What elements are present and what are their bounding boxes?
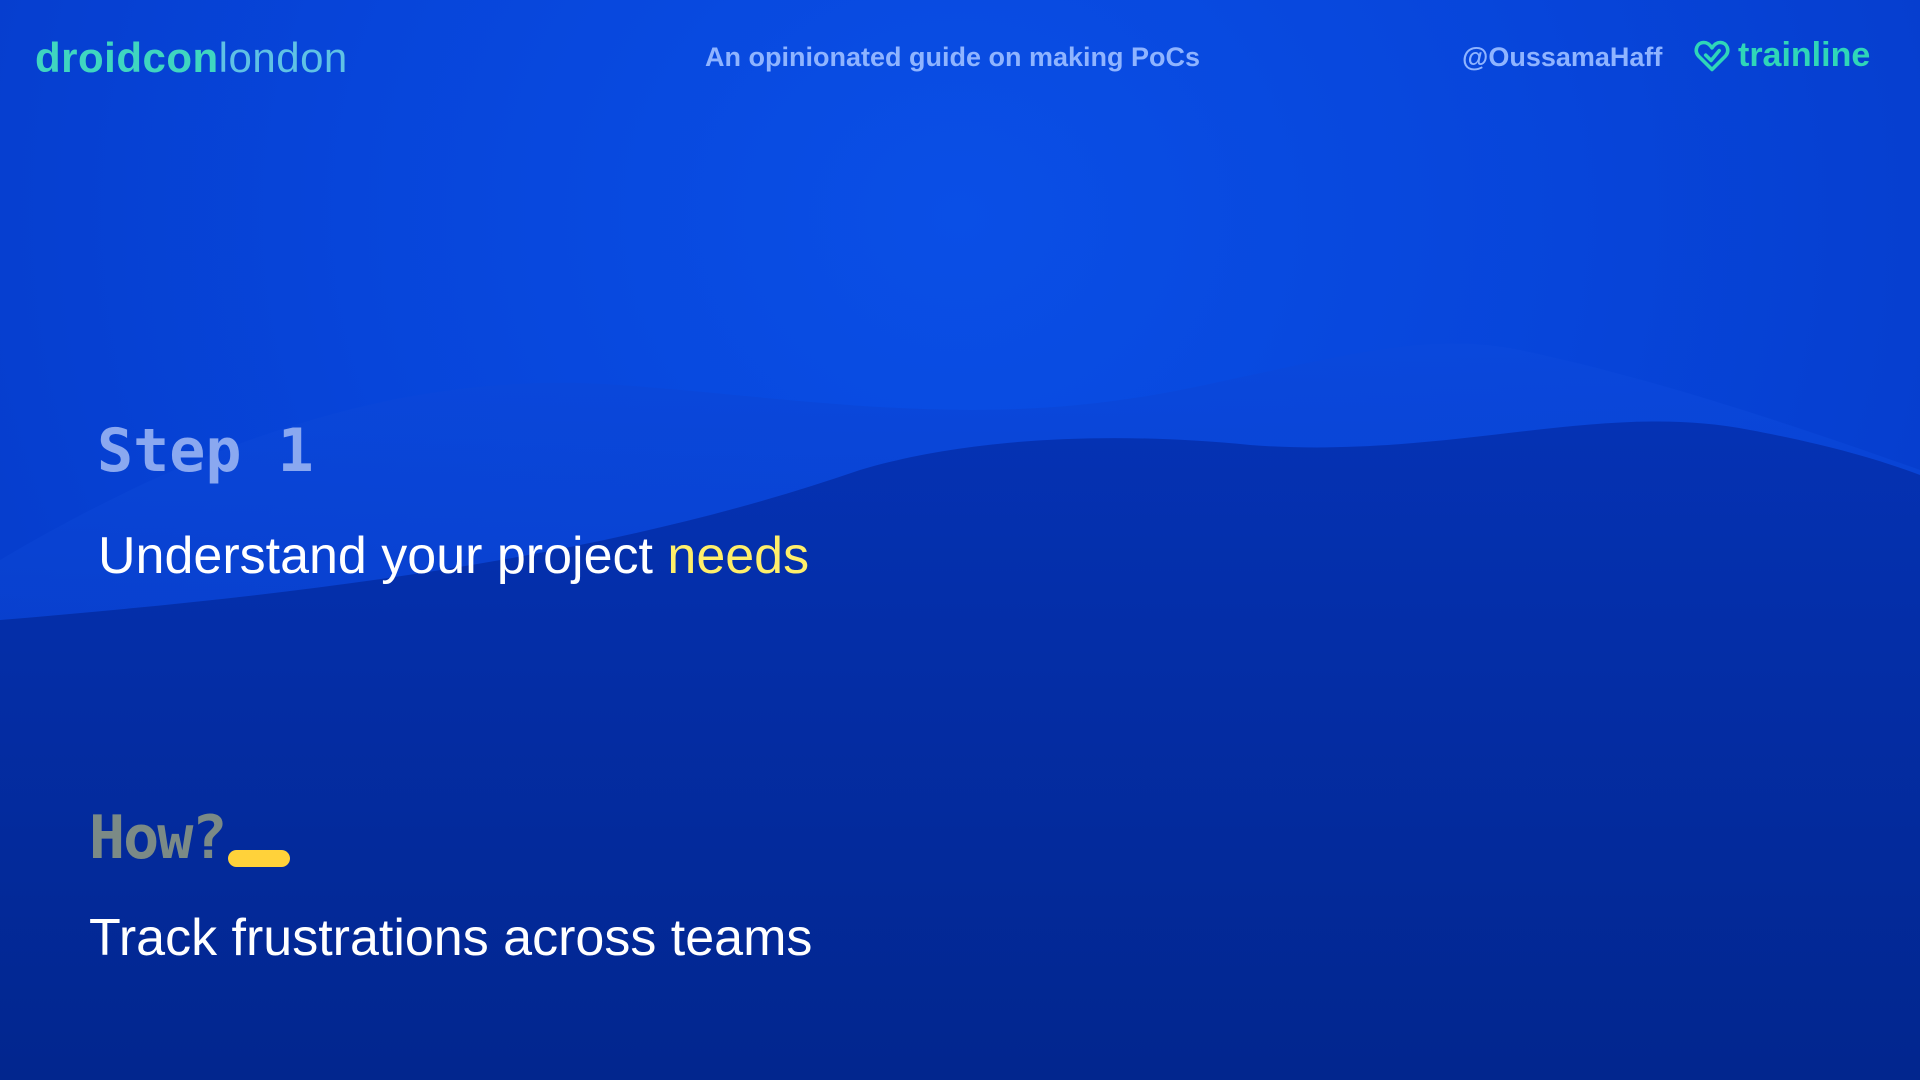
step-text-highlight: needs [667, 527, 810, 585]
logo-city: london [218, 34, 348, 81]
droidcon-london-logo: droidconlondon [35, 34, 348, 82]
cursor-underscore [227, 850, 290, 867]
step-text-prefix: Understand your project [98, 527, 668, 585]
logo-brand: droidcon [35, 34, 219, 81]
trainline-logo: trainline [1694, 36, 1870, 75]
slide: droidconlondon An opinionated guide on m… [0, 0, 1920, 1080]
how-label: How? [89, 803, 227, 873]
how-heading: How? [89, 803, 290, 873]
speaker-handle: @OussamaHaff [1462, 42, 1663, 72]
how-text: Track frustrations across teams [89, 909, 813, 967]
talk-title: An opinionated guide on making PoCs [705, 42, 1201, 72]
sponsor-name: trainline [1738, 36, 1871, 74]
heart-check-icon [1694, 40, 1730, 71]
step-text: Understand your project needs [98, 526, 809, 586]
step-label: Step 1 [97, 416, 314, 486]
